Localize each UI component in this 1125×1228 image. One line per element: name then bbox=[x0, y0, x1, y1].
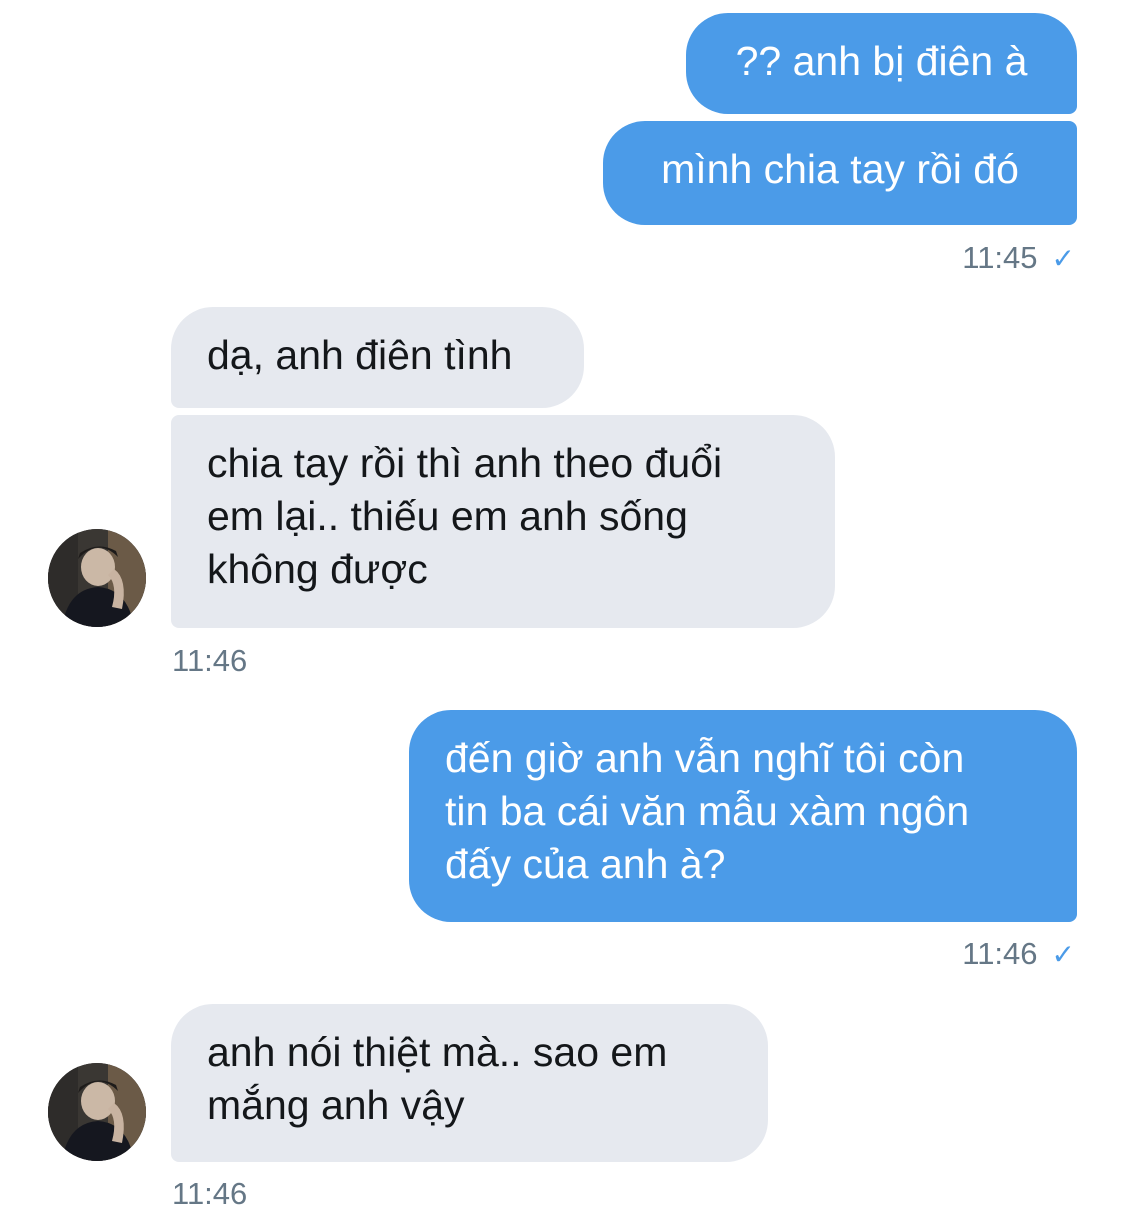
timestamp-text: 11:46 bbox=[962, 936, 1038, 971]
message-timestamp: 11:45 ✓ bbox=[962, 240, 1075, 276]
message-bubble-outgoing[interactable]: mình chia tay rồi đó bbox=[603, 121, 1077, 225]
avatar[interactable] bbox=[48, 529, 146, 627]
message-timestamp: 11:46 ✓ bbox=[962, 936, 1075, 972]
timestamp-text: 11:46 bbox=[172, 1176, 248, 1211]
check-icon: ✓ bbox=[1051, 939, 1075, 970]
message-timestamp: 11:46 bbox=[172, 1176, 247, 1212]
message-bubble-outgoing[interactable]: đến giờ anh vẫn nghĩ tôi còn tin ba cái … bbox=[409, 710, 1077, 922]
message-bubble-outgoing[interactable]: ?? anh bị điên à bbox=[686, 13, 1077, 114]
message-bubble-incoming[interactable]: dạ, anh điên tình bbox=[171, 307, 584, 408]
avatar[interactable] bbox=[48, 1063, 146, 1161]
timestamp-text: 11:46 bbox=[172, 643, 248, 678]
message-bubble-incoming[interactable]: anh nói thiệt mà.. sao em mắng anh vậy bbox=[171, 1004, 768, 1162]
timestamp-text: 11:45 bbox=[962, 240, 1038, 275]
avatar-image bbox=[48, 529, 146, 627]
check-icon: ✓ bbox=[1051, 243, 1075, 274]
avatar-image bbox=[48, 1063, 146, 1161]
message-bubble-incoming[interactable]: chia tay rồi thì anh theo đuổi em lại.. … bbox=[171, 415, 835, 628]
message-timestamp: 11:46 bbox=[172, 643, 247, 679]
